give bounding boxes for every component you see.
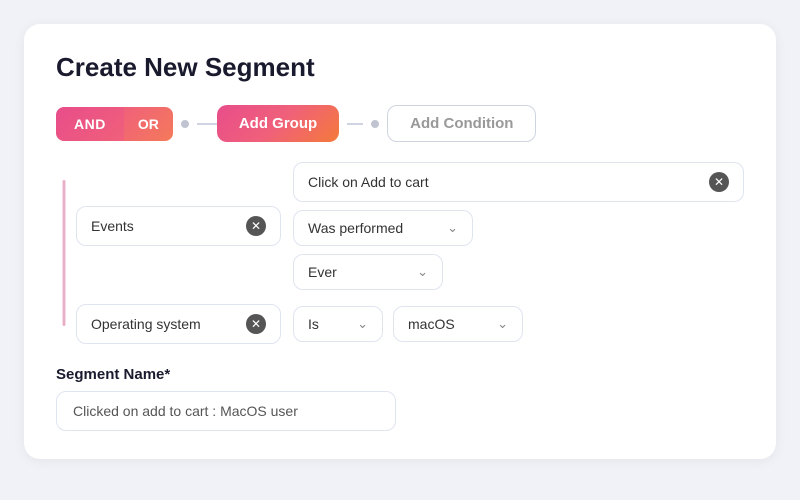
connector-line-2 [347,123,363,125]
conditions-wrapper: Events ✕ Click on Add to cart ✕ Was perf… [56,162,744,344]
operator-select[interactable]: Was performed ⌄ [293,210,473,246]
is-label: Is [308,316,319,332]
remove-event[interactable]: ✕ [709,172,729,192]
add-condition-button[interactable]: Add Condition [387,105,536,142]
connector-dot-1 [181,120,189,128]
event-label: Click on Add to cart [308,174,429,190]
add-group-button[interactable]: Add Group [217,105,339,142]
category-select-2[interactable]: Operating system ✕ [76,304,281,344]
is-select[interactable]: Is ⌄ [293,306,383,342]
remove-condition-2[interactable]: ✕ [246,314,266,334]
category-select-1[interactable]: Events ✕ [76,206,281,246]
condition-row-2: Operating system ✕ Is ⌄ macOS ⌄ [76,304,744,344]
vertical-bar [63,180,66,326]
right-conditions-1: Click on Add to cart ✕ Was performed ⌄ E… [293,162,744,290]
value-label: macOS [408,316,455,332]
chevron-down-icon-operator: ⌄ [447,220,458,236]
operator-label: Was performed [308,220,403,236]
category-label-2: Operating system [91,316,201,332]
connector-line-1 [197,123,217,125]
or-button[interactable]: OR [124,107,173,141]
segment-name-label: Segment Name* [56,366,744,383]
chevron-down-icon-value: ⌄ [497,316,508,332]
chevron-down-icon-time: ⌄ [417,264,428,280]
page-title: Create New Segment [56,52,744,83]
condition-row-1: Events ✕ Click on Add to cart ✕ Was perf… [76,162,744,290]
value-select[interactable]: macOS ⌄ [393,306,523,342]
segment-name-input[interactable] [56,391,396,431]
event-select[interactable]: Click on Add to cart ✕ [293,162,744,202]
toolbar: AND OR Add Group Add Condition [56,105,744,142]
and-button[interactable]: AND [56,107,124,141]
time-select[interactable]: Ever ⌄ [293,254,443,290]
connector-dot-2 [371,120,379,128]
time-label: Ever [308,264,337,280]
left-bar [56,162,72,344]
category-label-1: Events [91,218,134,234]
main-card: Create New Segment AND OR Add Group Add … [24,24,776,459]
remove-condition-1[interactable]: ✕ [246,216,266,236]
segment-name-section: Segment Name* [56,366,744,431]
conditions-rows: Events ✕ Click on Add to cart ✕ Was perf… [76,162,744,344]
row2-right: Is ⌄ macOS ⌄ [293,306,523,342]
chevron-down-icon-is: ⌄ [357,316,368,332]
